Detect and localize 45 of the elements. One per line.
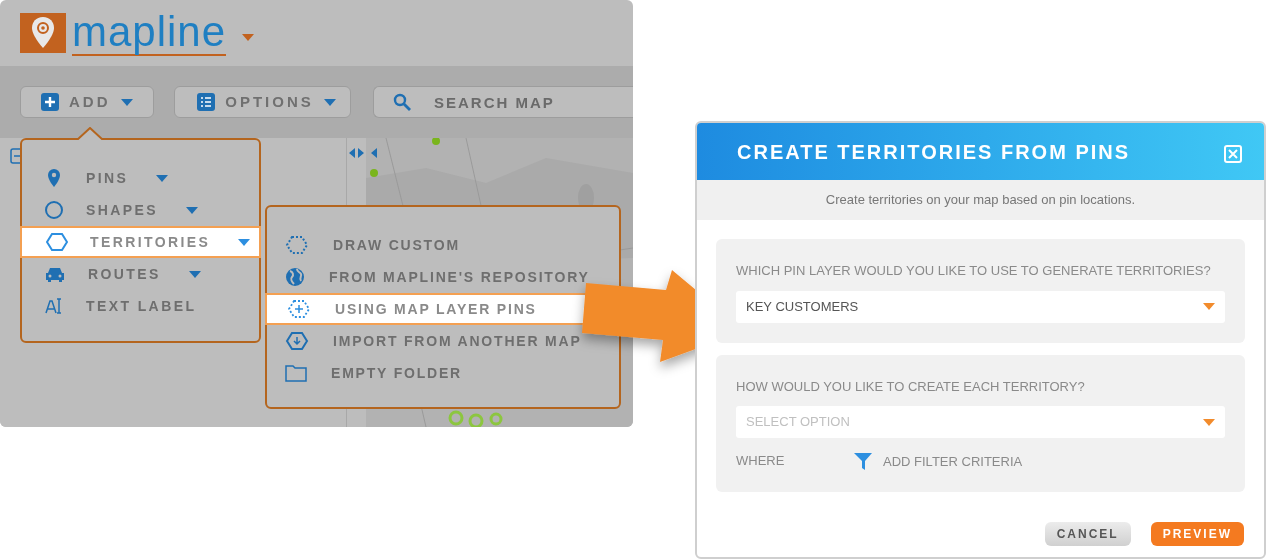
dotted-hexagon-icon [285,235,309,255]
filter-link[interactable]: ADD FILTER CRITERIA [883,452,1023,472]
filter-icon [853,450,873,471]
caret-icon [323,98,336,106]
search-icon [393,93,411,111]
download-hexagon-icon [285,331,309,351]
circle-icon [44,200,64,220]
menu-item[interactable]: TERRITORIES [20,226,261,258]
dialog-title: CREATE TERRITORIES FROM PINS [737,139,1131,165]
dialog-subtitle: Create territories on your map based on pin locations. [825,191,1136,210]
select-field[interactable]: SELECT OPTION [736,406,1225,438]
search-field[interactable]: SEARCH MAP [373,86,633,118]
hexagon-icon [46,232,68,252]
caret-icon [1203,418,1215,426]
logo-icon [20,13,66,53]
text-label-icon [44,296,64,316]
car-icon [44,265,66,283]
list-icon [197,93,216,111]
add-button[interactable]: ADD [20,86,155,118]
question-label: HOW WOULD YOU LIKE TO CREATE EACH TERRITORY? [736,377,1086,396]
question-label: WHICH PIN LAYER WOULD YOU LIKE TO USE TO GENERATE TERRITORIES? [736,262,1212,280]
menu-item[interactable]: PINS [20,162,259,194]
select-field[interactable]: KEY CUSTOMERS [736,290,1225,323]
menu-item[interactable]: TEXT LABEL [20,290,259,322]
plus-icon [41,93,59,111]
menu-item[interactable]: ROUTES [20,258,259,290]
cancel-button[interactable]: CANCEL [1044,521,1131,546]
close-icon [1228,148,1238,159]
menu-item[interactable]: DRAW CUSTOM [265,229,619,261]
menu-item[interactable]: IMPORT FROM ANOTHER MAP [265,325,619,357]
menu-item[interactable]: FROM MAPLINE'S REPOSITORY [265,261,619,293]
globe-icon [285,267,305,287]
logo-text: mapline [72,10,227,56]
zoom-out-icon[interactable] [10,148,20,164]
plus-hexagon-icon [287,299,311,319]
where-label: WHERE [736,452,786,470]
caret-icon[interactable] [242,33,255,41]
close-button[interactable] [1224,144,1242,163]
caret-icon [1203,303,1215,310]
folder-icon [285,363,307,383]
options-button[interactable]: OPTIONS [174,86,351,118]
menu-item[interactable]: SHAPES [20,194,259,226]
caret-icon [120,98,133,106]
preview-button[interactable]: PREVIEW [1150,521,1244,546]
menu-item[interactable]: EMPTY FOLDER [265,357,619,389]
